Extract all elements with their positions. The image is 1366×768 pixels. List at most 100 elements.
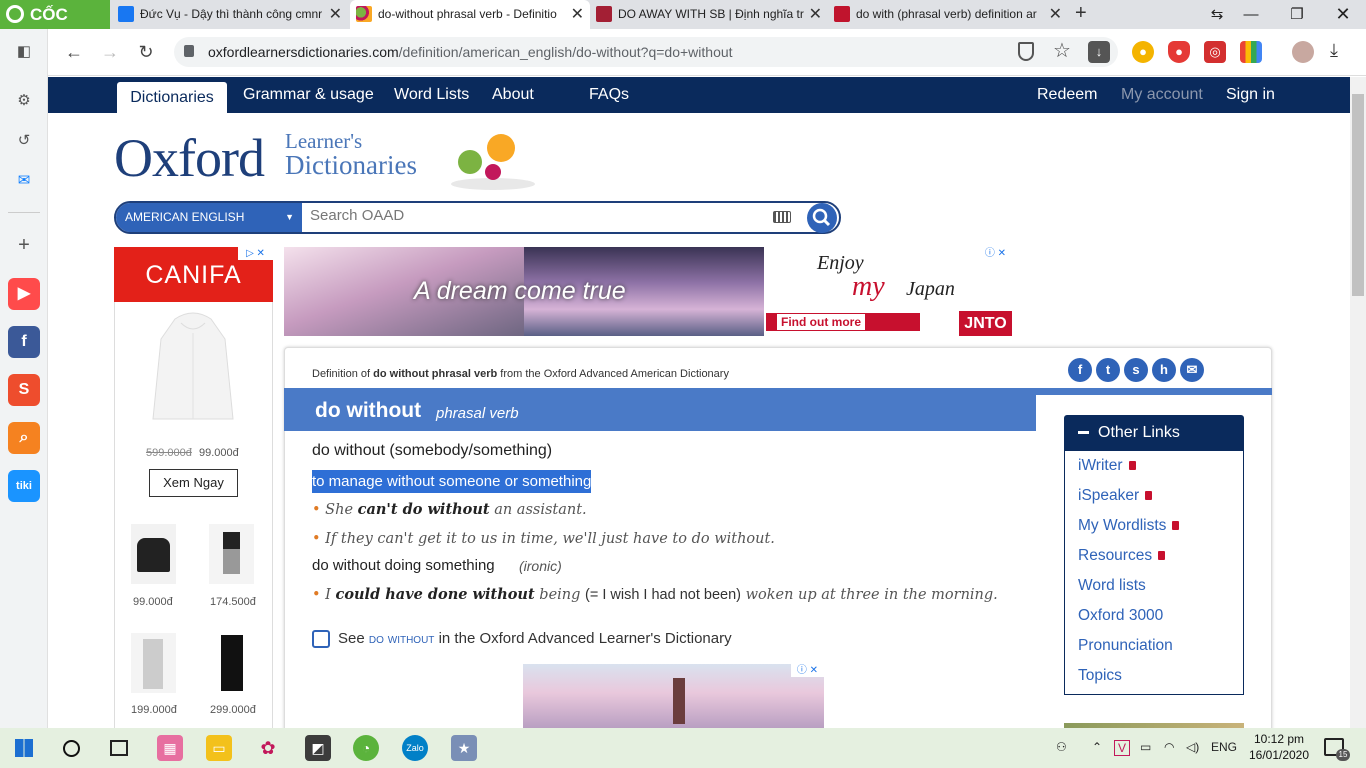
nav-word-lists[interactable]: Word Lists: [394, 77, 469, 113]
battery-icon[interactable]: ▭: [1140, 740, 1151, 754]
product-image[interactable]: [131, 633, 176, 693]
external-link-icon[interactable]: [312, 630, 330, 648]
search-button[interactable]: [807, 203, 837, 233]
zalo-icon[interactable]: Zalo: [402, 735, 428, 761]
task-view-icon[interactable]: [110, 740, 128, 756]
nav-about[interactable]: About: [492, 77, 534, 113]
tab-macmillan[interactable]: do with (phrasal verb) definition ar ✕: [828, 0, 1068, 29]
ad-choices-icon[interactable]: ⓘ ✕: [791, 664, 824, 677]
close-tab-icon[interactable]: ✕: [1049, 0, 1062, 29]
show-hidden-icons[interactable]: ⌃: [1092, 740, 1102, 754]
definition-selected[interactable]: to manage without someone or something: [312, 470, 592, 493]
twitter-share-icon[interactable]: t: [1096, 358, 1120, 382]
search-app-icon[interactable]: ⌕: [8, 422, 40, 454]
nav-my-account[interactable]: My account: [1121, 77, 1203, 113]
link-word-lists[interactable]: Word lists: [1078, 577, 1146, 595]
messenger-icon[interactable]: ✉: [12, 169, 36, 193]
app-icon[interactable]: ▦: [157, 735, 183, 761]
hi5-share-icon[interactable]: h: [1152, 358, 1176, 382]
link-ispeaker[interactable]: iSpeaker: [1078, 487, 1153, 505]
product-image[interactable]: [209, 633, 254, 693]
link-iwriter[interactable]: iWriter: [1078, 457, 1136, 475]
stumbleupon-share-icon[interactable]: s: [1124, 358, 1148, 382]
extension-color-icon[interactable]: [1240, 41, 1262, 63]
profile-avatar[interactable]: [1292, 41, 1314, 63]
tab-facebook[interactable]: Đức Vụ - Dậy thì thành công cmnr ✕: [112, 0, 348, 29]
url-path: /definition/american_english/do-without?…: [398, 44, 733, 60]
shield-icon[interactable]: [1018, 42, 1034, 61]
unikey-icon[interactable]: V: [1114, 740, 1131, 756]
reload-button[interactable]: ↻: [134, 40, 158, 64]
extension-chrome-icon[interactable]: ●: [1132, 41, 1154, 63]
close-tab-icon[interactable]: ✕: [809, 0, 822, 29]
url-text[interactable]: oxfordlearnersdictionaries.com/definitio…: [208, 44, 733, 60]
nav-grammar[interactable]: Grammar & usage: [243, 77, 374, 113]
clock[interactable]: 10:12 pm 16/01/2020: [1244, 731, 1314, 763]
youtube-icon[interactable]: ▶: [8, 278, 40, 310]
tab-cambridge[interactable]: DO AWAY WITH SB | Định nghĩa tr ✕: [590, 0, 828, 29]
close-window-button[interactable]: ✕: [1320, 0, 1366, 29]
sidebar-divider: [8, 212, 40, 213]
shopee-icon[interactable]: S: [8, 374, 40, 406]
downloads-icon[interactable]: ⤓: [1330, 40, 1338, 61]
file-explorer-icon[interactable]: ▭: [206, 735, 232, 761]
forward-button[interactable]: →: [98, 40, 122, 64]
link-pronunciation[interactable]: Pronunciation: [1078, 637, 1173, 655]
nav-sign-in[interactable]: Sign in: [1226, 77, 1275, 113]
keyboard-icon[interactable]: [773, 211, 791, 223]
download-page-icon[interactable]: ↓: [1088, 41, 1110, 63]
search-input[interactable]: Search OAAD: [310, 207, 404, 224]
windows-start-icon[interactable]: [15, 739, 33, 757]
wifi-icon[interactable]: ◠: [1164, 740, 1174, 754]
link-topics[interactable]: Topics: [1078, 667, 1122, 685]
coccoc-menu-button[interactable]: CỐC CỐC: [0, 0, 110, 53]
link-resources[interactable]: Resources: [1078, 547, 1166, 565]
scrollbar-thumb[interactable]: [1352, 94, 1364, 296]
inline-ad[interactable]: [523, 664, 824, 728]
nav-redeem[interactable]: Redeem: [1037, 77, 1097, 113]
sidebar-toggle-icon[interactable]: ◧: [12, 40, 36, 64]
tab-oxford[interactable]: do-without phrasal verb - Definitio ✕: [350, 0, 590, 29]
new-tab-button[interactable]: +: [1075, 2, 1087, 25]
product-image[interactable]: [209, 524, 254, 584]
back-button[interactable]: ←: [62, 40, 86, 64]
ad-cta-button[interactable]: Find out more: [777, 314, 865, 330]
ad-choices-icon[interactable]: ▷ ✕: [238, 247, 273, 260]
maximize-button[interactable]: ❐: [1274, 0, 1320, 29]
tiki-icon[interactable]: tiki: [8, 470, 40, 502]
link-my-wordlists[interactable]: My Wordlists: [1078, 517, 1180, 535]
add-app-icon[interactable]: +: [12, 233, 36, 257]
adblock-icon[interactable]: ●: [1168, 41, 1190, 63]
nav-dictionaries[interactable]: Dictionaries: [117, 82, 227, 113]
minimize-button[interactable]: —: [1228, 0, 1274, 29]
coccoc-taskbar-icon[interactable]: ◔: [353, 735, 379, 761]
jacket-image[interactable]: [145, 309, 241, 429]
logo-oxford[interactable]: Oxford: [114, 127, 265, 189]
language-indicator[interactable]: ENG: [1211, 740, 1237, 754]
close-tab-icon[interactable]: ✕: [571, 0, 584, 29]
settings-icon[interactable]: ⚙: [12, 89, 36, 113]
link-oxford-3000[interactable]: Oxford 3000: [1078, 607, 1163, 625]
app-icon[interactable]: ✿: [255, 735, 281, 761]
volume-icon[interactable]: ◁): [1186, 740, 1199, 754]
close-tab-icon[interactable]: ✕: [329, 0, 342, 29]
nav-faqs[interactable]: FAQs: [589, 77, 629, 113]
app-icon[interactable]: ★: [451, 735, 477, 761]
other-links-header[interactable]: Other Links: [1064, 415, 1244, 451]
app-icon[interactable]: ◩: [305, 735, 331, 761]
people-icon[interactable]: ⚇: [1056, 740, 1067, 754]
facebook-share-icon[interactable]: f: [1068, 358, 1092, 382]
ad-choices-icon[interactable]: ⓘ ✕: [979, 247, 1012, 260]
product-image[interactable]: [131, 524, 176, 584]
email-share-icon[interactable]: ✉: [1180, 358, 1204, 382]
extension-red-icon[interactable]: ◎: [1204, 41, 1226, 63]
banner-ad[interactable]: A dream come true Enjoy my Japan Find ou…: [284, 247, 1012, 336]
collapse-icon[interactable]: [1078, 431, 1089, 434]
history-icon[interactable]: ↺: [12, 129, 36, 153]
facebook-app-icon[interactable]: f: [8, 326, 40, 358]
bookmark-star-icon[interactable]: ☆: [1053, 38, 1071, 63]
see-also-link[interactable]: do without: [369, 630, 435, 646]
cortana-icon[interactable]: [63, 740, 80, 757]
view-now-button[interactable]: Xem Ngay: [149, 469, 238, 497]
dictionary-select[interactable]: AMERICAN ENGLISH ▼: [116, 203, 302, 232]
